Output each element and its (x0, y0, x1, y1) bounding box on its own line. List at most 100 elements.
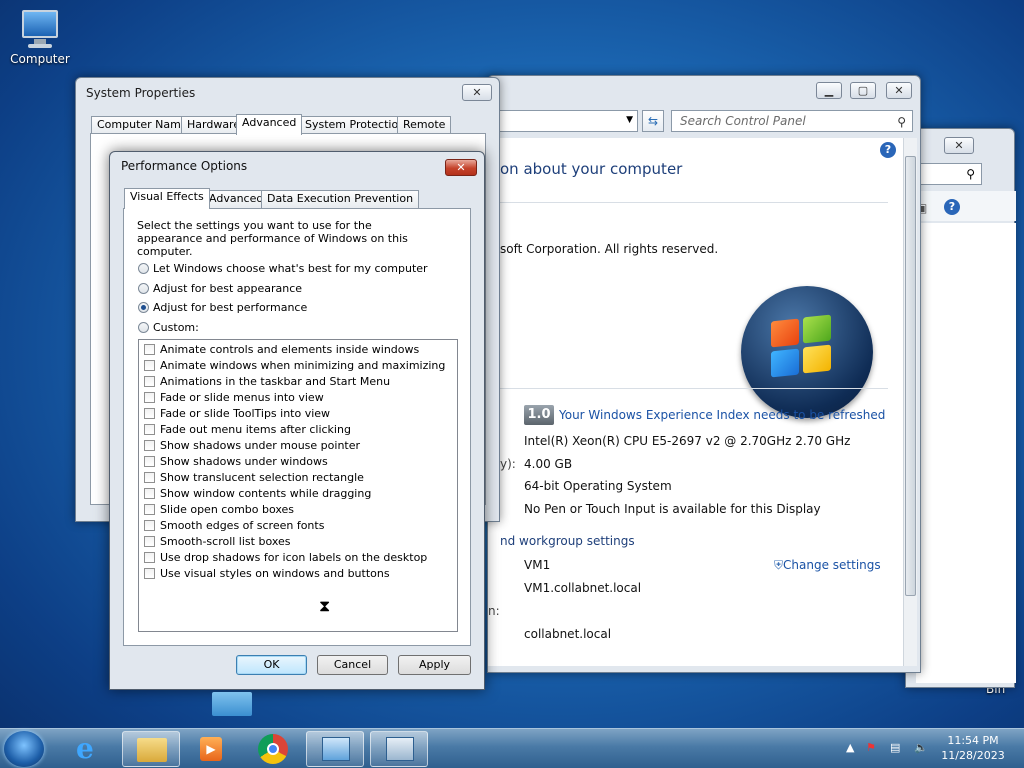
taskbar-explorer[interactable] (122, 731, 180, 767)
internet-explorer-icon: e (76, 732, 94, 765)
checkbox[interactable] (144, 392, 155, 403)
help-icon[interactable]: ? (880, 142, 896, 158)
list-item[interactable]: Smooth edges of screen fonts (144, 519, 324, 535)
media-player-icon: ▶ (200, 737, 222, 761)
memory-value: 4.00 GB (524, 457, 573, 471)
start-button[interactable] (4, 731, 44, 767)
wei-score-badge: 1.0 (524, 405, 554, 425)
checkbox[interactable] (144, 536, 155, 547)
domain-label: n: (488, 604, 500, 618)
desktop-computer-icon[interactable]: Computer (2, 10, 78, 66)
radio-best-appearance[interactable]: Adjust for best appearance (138, 282, 302, 295)
address-bar[interactable]: ▼ (488, 110, 638, 132)
page-heading: on about your computer (500, 160, 683, 178)
processor-value: Intel(R) Xeon(R) CPU E5-2697 v2 @ 2.70GH… (524, 434, 851, 448)
folder-icon (137, 738, 167, 762)
checkbox[interactable] (144, 440, 155, 451)
computer-name-value: VM1 (524, 558, 551, 572)
close-icon[interactable]: ✕ (944, 137, 974, 154)
tab-system-protection[interactable]: System Protection (299, 116, 412, 134)
taskbar-control-panel[interactable] (306, 731, 364, 767)
network-icon[interactable]: ▤ (890, 741, 900, 754)
list-item[interactable]: Animate windows when minimizing and maxi… (144, 359, 445, 375)
list-item[interactable]: Fade or slide ToolTips into view (144, 407, 330, 423)
taskbar-chrome[interactable] (244, 731, 302, 767)
search-box-back[interactable]: ⚲ (916, 163, 982, 185)
list-item[interactable]: Smooth-scroll list boxes (144, 535, 291, 551)
list-item[interactable]: Show translucent selection rectangle (144, 471, 364, 487)
full-computer-name-value: VM1.collabnet.local (524, 581, 642, 595)
list-item[interactable]: Animations in the taskbar and Start Menu (144, 375, 390, 391)
minimize-button[interactable]: ▁ (816, 82, 842, 99)
taskbar-media-player[interactable]: ▶ (182, 731, 240, 767)
radio-button-selected[interactable] (138, 302, 149, 313)
hourglass-cursor-icon: ⧗ (319, 596, 331, 615)
radio-custom[interactable]: Custom: (138, 321, 199, 334)
list-item[interactable]: Fade or slide menus into view (144, 391, 324, 407)
list-item[interactable]: Slide open combo boxes (144, 503, 294, 519)
vertical-scrollbar[interactable] (903, 138, 917, 666)
refresh-button[interactable]: ⇆ (642, 110, 664, 132)
radio-best-performance[interactable]: Adjust for best performance (138, 301, 307, 314)
tab-data-execution-prevention[interactable]: Data Execution Prevention (261, 190, 420, 208)
ok-button[interactable]: OK (236, 655, 307, 675)
close-button[interactable]: ✕ (445, 159, 477, 176)
apply-button[interactable]: Apply (398, 655, 471, 675)
chrome-icon (258, 734, 288, 764)
tab-visual-effects[interactable]: Visual Effects (124, 188, 210, 209)
checkbox[interactable] (144, 488, 155, 499)
maximize-button[interactable]: ▢ (850, 82, 876, 99)
tab-advanced[interactable]: Advanced (236, 114, 303, 135)
domain-value: collabnet.local (524, 627, 612, 641)
show-hidden-icons-button[interactable]: ▲ (846, 741, 854, 754)
checkbox[interactable] (144, 472, 155, 483)
control-panel-system-window[interactable]: ▁ ▢ ✕ ▼ ⇆ Search Control Panel ⚲ ? on ab… (487, 75, 921, 673)
radio-let-windows-choose[interactable]: Let Windows choose what's best for my co… (138, 262, 428, 275)
checkbox[interactable] (144, 552, 155, 563)
tab-remote[interactable]: Remote (397, 116, 452, 134)
chevron-down-icon[interactable]: ▼ (626, 115, 633, 125)
taskbar-ie[interactable]: e (62, 731, 120, 767)
list-item[interactable]: Use drop shadows for icon labels on the … (144, 551, 427, 567)
close-button[interactable]: ✕ (462, 84, 492, 101)
list-item[interactable]: Animate controls and elements inside win… (144, 343, 419, 359)
control-panel-window-back[interactable]: ✕ ⚲ ▣ ? (905, 128, 1016, 688)
cancel-button[interactable]: Cancel (317, 655, 388, 675)
list-item[interactable]: Fade out menu items after clicking (144, 423, 351, 439)
radio-button[interactable] (138, 283, 149, 294)
checkbox[interactable] (144, 568, 155, 579)
radio-button[interactable] (138, 263, 149, 274)
help-icon[interactable]: ? (944, 199, 960, 215)
clock-time: 11:54 PM (947, 734, 999, 747)
checkbox[interactable] (144, 376, 155, 387)
checkbox[interactable] (144, 360, 155, 371)
system-clock[interactable]: 11:54 PM 11/28/2023 (938, 733, 1008, 763)
tab-advanced[interactable]: Advanced (203, 190, 270, 208)
system-info-panel: ? on about your computer soft Corporatio… (488, 138, 906, 666)
checkbox[interactable] (144, 504, 155, 515)
checkbox[interactable] (144, 408, 155, 419)
change-settings-link[interactable]: ⛨Change settings (774, 558, 881, 573)
checkbox[interactable] (144, 424, 155, 435)
checkbox[interactable] (144, 520, 155, 531)
radio-button[interactable] (138, 322, 149, 333)
search-input[interactable]: Search Control Panel ⚲ (671, 110, 913, 132)
list-item[interactable]: Show shadows under mouse pointer (144, 439, 360, 455)
tab-computer-name[interactable]: Computer Name (91, 116, 194, 134)
wei-refresh-link[interactable]: Your Windows Experience Index needs to b… (559, 408, 885, 422)
description-text: Select the settings you want to use for … (137, 219, 408, 258)
volume-muted-icon[interactable]: 🔈 (914, 741, 928, 754)
list-item[interactable]: Show window contents while dragging (144, 487, 371, 503)
list-item[interactable]: Show shadows under windows (144, 455, 328, 471)
action-center-icon[interactable]: ⚑ (866, 741, 876, 754)
pen-touch-value: No Pen or Touch Input is available for t… (524, 502, 821, 516)
checkbox[interactable] (144, 456, 155, 467)
scrollbar-thumb[interactable] (905, 156, 916, 596)
domain-section-heading: nd workgroup settings (500, 534, 635, 548)
checkbox[interactable] (144, 344, 155, 355)
dialog-title: Performance Options (121, 159, 248, 173)
list-item[interactable]: Use visual styles on windows and buttons (144, 567, 390, 583)
close-button[interactable]: ✕ (886, 82, 912, 99)
taskbar-system-properties[interactable] (370, 731, 428, 767)
visual-effects-list[interactable]: Animate controls and elements inside win… (138, 339, 458, 632)
